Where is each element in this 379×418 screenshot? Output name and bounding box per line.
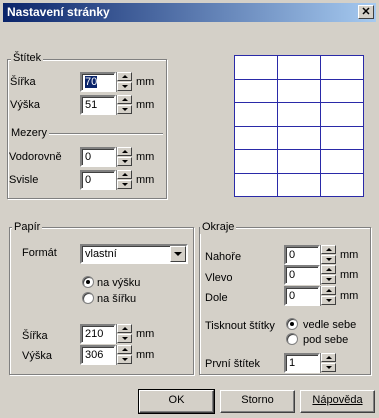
margin-bottom-label: Dole bbox=[205, 292, 228, 304]
print-side-by-side-label[interactable]: vedle sebe bbox=[303, 318, 356, 332]
first-label-label: První štítek bbox=[205, 358, 261, 370]
margin-left-input[interactable]: 0 bbox=[284, 265, 320, 285]
spin-up-icon[interactable] bbox=[117, 345, 132, 354]
vertical-spacing-input[interactable]: 0 bbox=[80, 170, 116, 190]
spin-down-icon[interactable] bbox=[117, 180, 132, 189]
spin-down-icon[interactable] bbox=[117, 334, 132, 343]
print-side-by-side-radio[interactable] bbox=[286, 318, 298, 330]
spin-up-icon[interactable] bbox=[321, 245, 336, 254]
help-button-label: Nápověda bbox=[312, 394, 363, 406]
vertical-spacing-label: Svisle bbox=[9, 174, 39, 186]
spin-up-icon[interactable] bbox=[117, 170, 132, 179]
paper-height-spinner[interactable] bbox=[116, 345, 132, 365]
spin-down-icon[interactable] bbox=[117, 355, 132, 364]
label-group-title: Štítek bbox=[11, 52, 44, 65]
label-width-value: 70 bbox=[85, 76, 98, 88]
ok-button[interactable]: OK bbox=[138, 389, 215, 414]
margin-left-spinner[interactable] bbox=[320, 265, 336, 285]
print-below-label[interactable]: pod sebe bbox=[303, 333, 348, 347]
margins-group-title: Okraje bbox=[200, 221, 237, 234]
chevron-down-icon[interactable] bbox=[170, 246, 186, 262]
label-height-input[interactable]: 51 bbox=[80, 95, 116, 115]
help-button[interactable]: Nápověda bbox=[300, 390, 375, 413]
label-height-spinner[interactable] bbox=[116, 95, 132, 115]
preview-grid bbox=[234, 55, 364, 197]
orientation-portrait-radio[interactable] bbox=[82, 276, 94, 288]
orientation-portrait-label[interactable]: na výšku bbox=[97, 276, 140, 290]
paper-format-label: Formát bbox=[22, 247, 57, 259]
paper-format-select[interactable]: vlastní bbox=[80, 244, 188, 264]
orientation-landscape-radio[interactable] bbox=[82, 292, 94, 304]
label-height-label: Výška bbox=[10, 99, 40, 111]
spin-down-icon[interactable] bbox=[321, 255, 336, 264]
paper-format-value: vlastní bbox=[85, 248, 117, 260]
window-title: Nastavení stránky bbox=[7, 5, 110, 19]
horizontal-spacing-spinner[interactable] bbox=[116, 147, 132, 167]
orientation-landscape-label[interactable]: na šířku bbox=[97, 292, 136, 306]
paper-height-label: Výška bbox=[22, 350, 52, 362]
spin-down-icon[interactable] bbox=[117, 157, 132, 166]
paper-width-label: Šířka bbox=[22, 330, 48, 342]
label-width-unit: mm bbox=[136, 76, 155, 88]
spin-up-icon[interactable] bbox=[117, 324, 132, 333]
spin-up-icon[interactable] bbox=[117, 72, 132, 81]
margin-bottom-spinner[interactable] bbox=[320, 286, 336, 306]
print-labels-label: Tisknout štítky bbox=[205, 320, 275, 332]
margin-bottom-input[interactable]: 0 bbox=[284, 286, 320, 306]
label-height-unit: mm bbox=[136, 99, 155, 111]
spin-down-icon[interactable] bbox=[321, 296, 336, 305]
spin-up-icon[interactable] bbox=[117, 147, 132, 156]
horizontal-spacing-unit: mm bbox=[136, 151, 155, 163]
margin-left-label: Vlevo bbox=[205, 272, 233, 284]
paper-height-unit: mm bbox=[136, 349, 155, 361]
print-below-radio[interactable] bbox=[286, 333, 298, 345]
first-label-spinner[interactable] bbox=[320, 353, 336, 373]
margin-left-unit: mm bbox=[340, 269, 359, 281]
vertical-spacing-spinner[interactable] bbox=[116, 170, 132, 190]
title-bar: Nastavení stránky ✕ bbox=[3, 3, 376, 22]
horizontal-spacing-input[interactable]: 0 bbox=[80, 147, 116, 167]
paper-height-input[interactable]: 306 bbox=[80, 345, 116, 365]
cancel-button[interactable]: Storno bbox=[220, 390, 295, 413]
paper-width-unit: mm bbox=[136, 328, 155, 340]
margin-top-input[interactable]: 0 bbox=[284, 245, 320, 265]
label-width-input[interactable]: 70 bbox=[80, 72, 116, 92]
close-icon: ✕ bbox=[361, 6, 371, 18]
close-button[interactable]: ✕ bbox=[358, 5, 374, 19]
margin-top-unit: mm bbox=[340, 249, 359, 261]
page-setup-dialog: Nastavení stránky ✕ Štítek Šířka 70 mm V… bbox=[0, 0, 379, 418]
label-width-spinner[interactable] bbox=[116, 72, 132, 92]
label-width-label: Šířka bbox=[10, 76, 36, 88]
spin-up-icon[interactable] bbox=[321, 286, 336, 295]
margin-bottom-unit: mm bbox=[340, 290, 359, 302]
horizontal-spacing-label: Vodorovně bbox=[9, 151, 62, 163]
spin-down-icon[interactable] bbox=[321, 363, 336, 372]
first-label-input[interactable]: 1 bbox=[284, 353, 320, 373]
spin-up-icon[interactable] bbox=[321, 265, 336, 274]
paper-group-title: Papír bbox=[12, 221, 43, 234]
label-layout-preview bbox=[233, 54, 365, 198]
paper-width-input[interactable]: 210 bbox=[80, 324, 116, 344]
spin-up-icon[interactable] bbox=[321, 353, 336, 362]
margin-top-label: Nahoře bbox=[205, 251, 242, 263]
spin-down-icon[interactable] bbox=[117, 105, 132, 114]
spacing-title: Mezery bbox=[9, 127, 50, 140]
spin-down-icon[interactable] bbox=[117, 82, 132, 91]
paper-width-spinner[interactable] bbox=[116, 324, 132, 344]
spin-down-icon[interactable] bbox=[321, 275, 336, 284]
margin-top-spinner[interactable] bbox=[320, 245, 336, 265]
vertical-spacing-unit: mm bbox=[136, 174, 155, 186]
spin-up-icon[interactable] bbox=[117, 95, 132, 104]
